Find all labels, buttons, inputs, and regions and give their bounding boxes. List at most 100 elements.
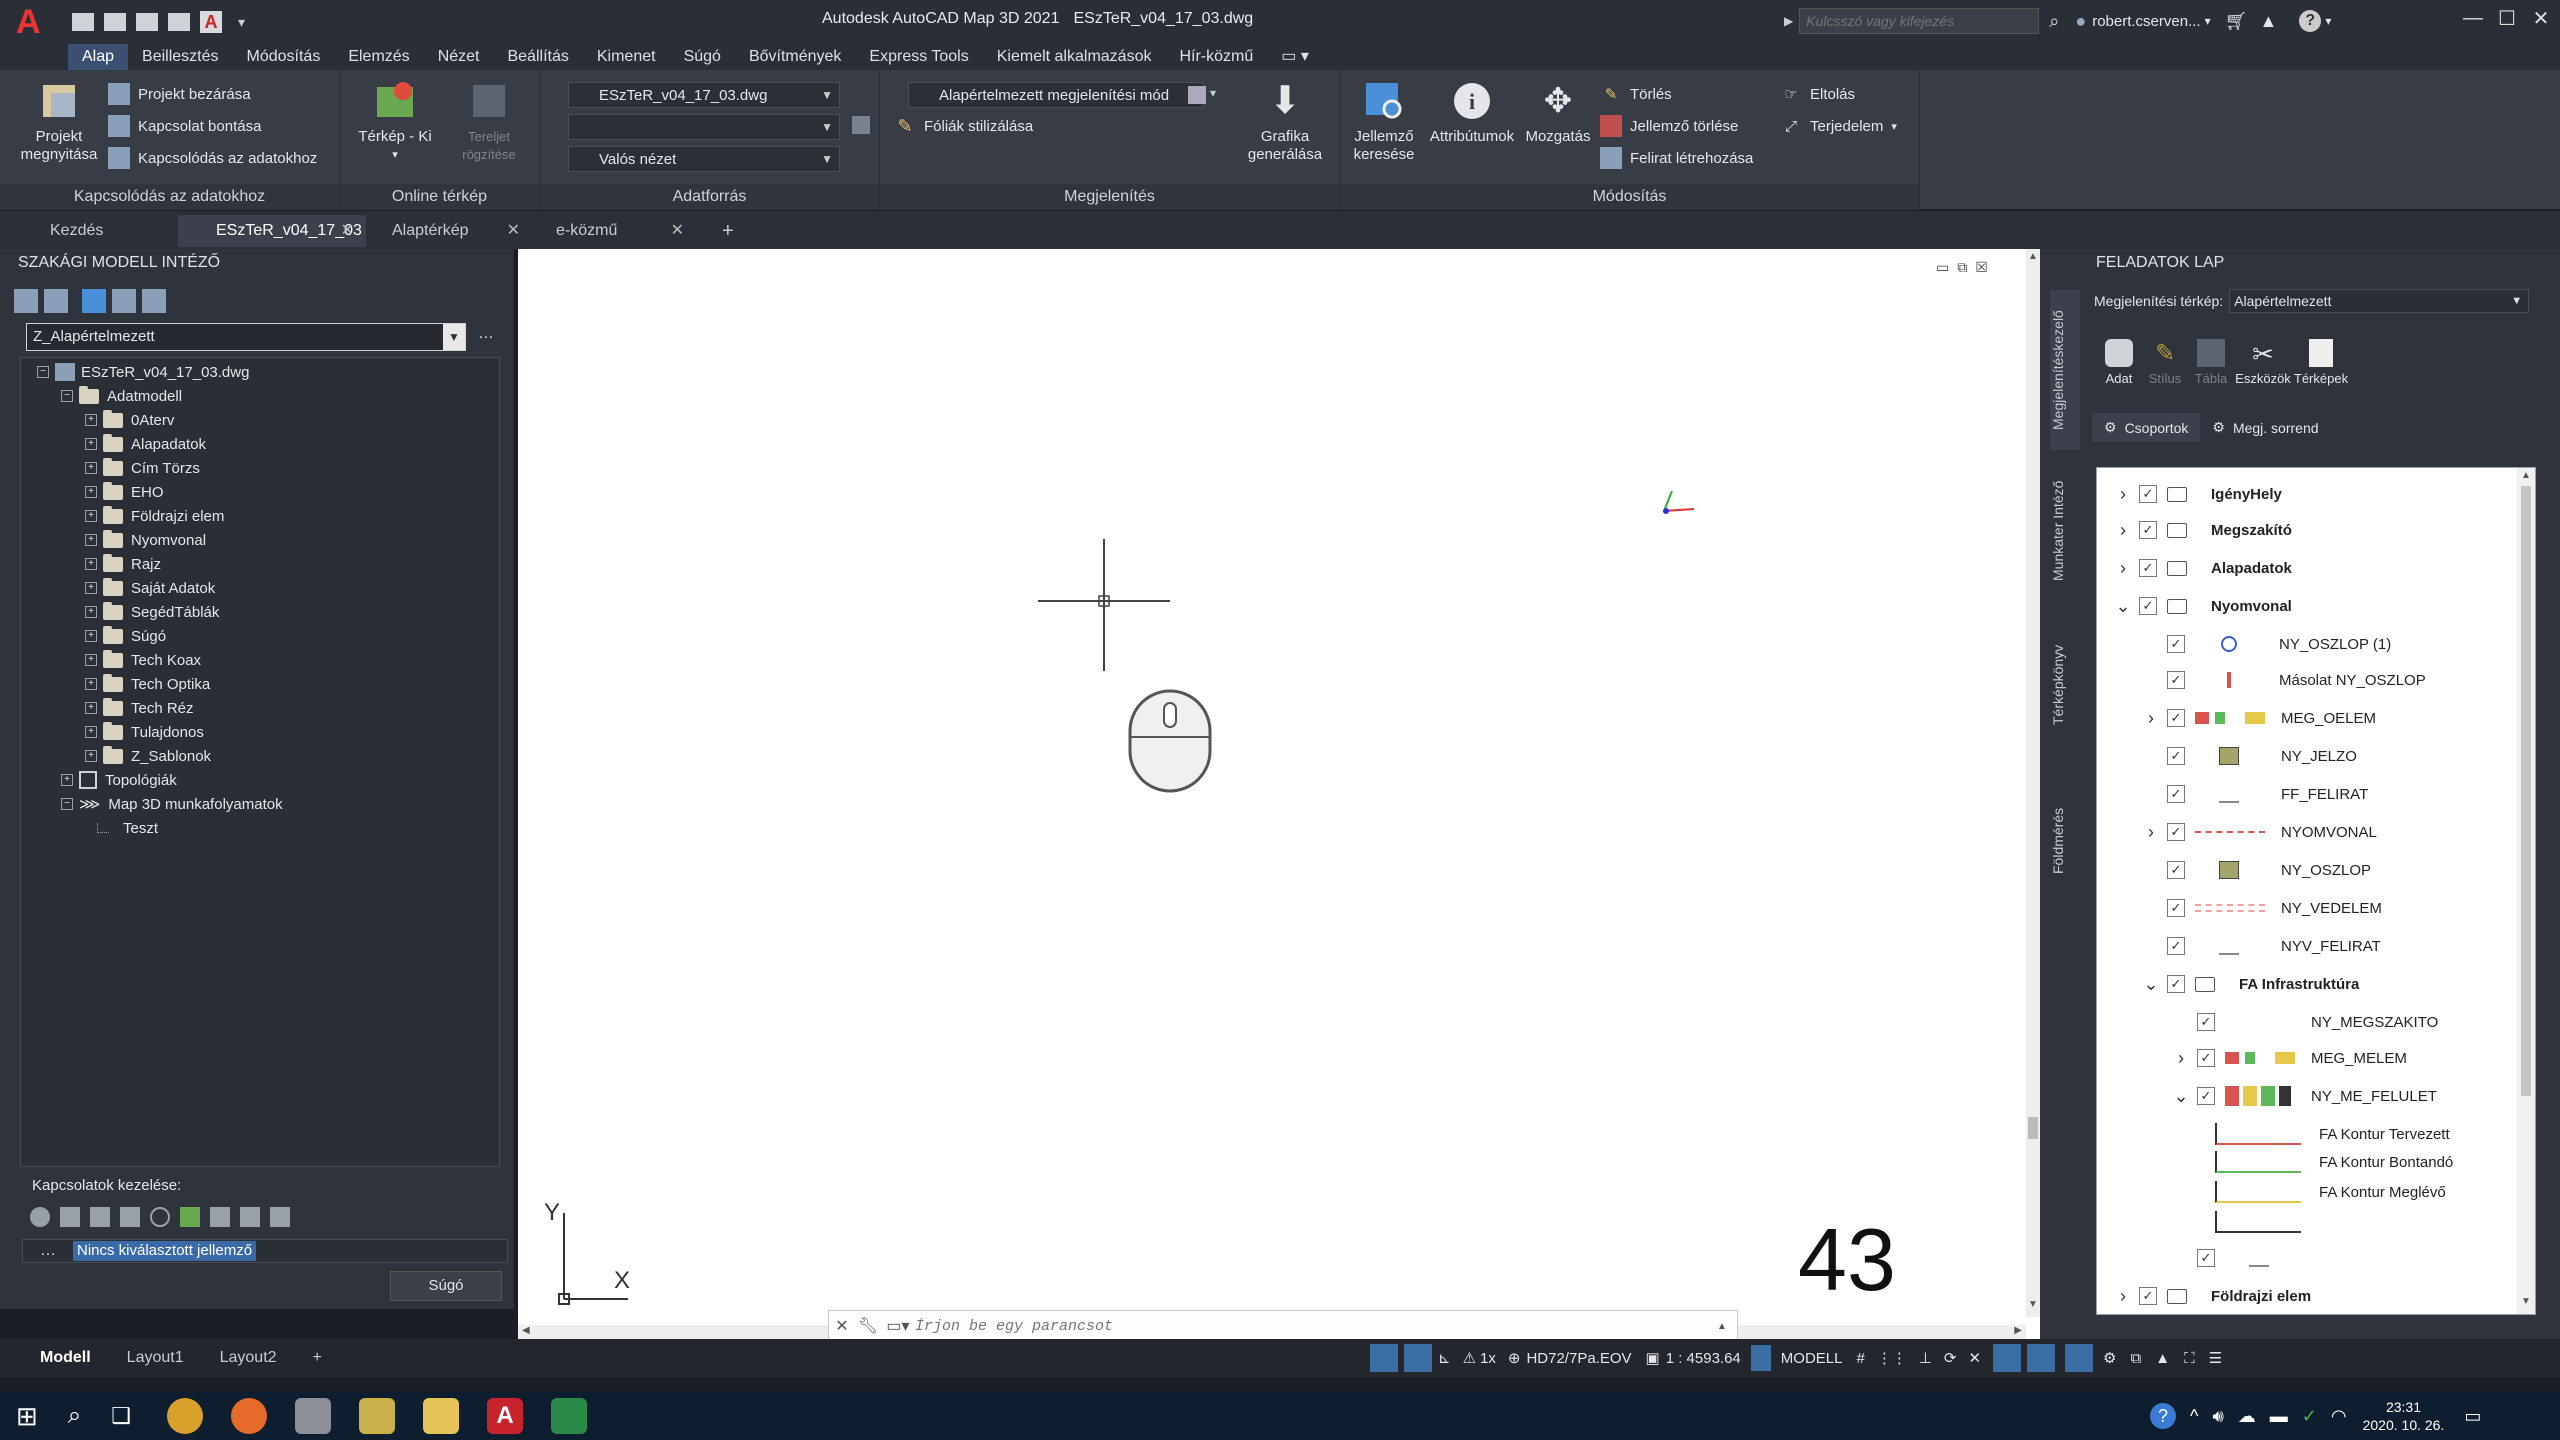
conn-icon-7[interactable] [210,1207,230,1227]
globe-icon[interactable]: ⊕ [1508,1349,1521,1367]
cmd-expand-icon[interactable]: ▲ [1717,1321,1737,1332]
scroll-up-icon[interactable]: ▲ [2028,251,2038,262]
datasource-combo-2[interactable]: ▼ [568,114,840,140]
add-layout-plus-icon[interactable]: + [295,1339,340,1377]
help-button[interactable]: Súgó [390,1271,502,1301]
search-expand-icon[interactable]: ▶ [1784,14,1793,28]
conn-icon-6[interactable] [180,1207,200,1227]
drawing-canvas[interactable]: ▭ ⧉ ☒ Y X 43 ▲ ▼ ◀ ▶ [518,249,2040,1339]
tab-elemzes[interactable]: Elemzés [334,44,423,70]
doc-tab-e-kozmu[interactable]: e-közmű ✕ [516,215,696,247]
vtab-display-manager[interactable]: Megjelenítéskezelő [2050,290,2080,450]
layer-group-row[interactable]: › ✓ Alapadatok [2115,550,2292,586]
toolbar-icon-3[interactable] [82,289,106,313]
tab-bovitmenyek[interactable]: Bővítmények [735,44,855,70]
doc-tab-alapterkep[interactable]: Alaptérkép ✕ [352,215,532,247]
autocad-a-icon[interactable]: A [200,11,222,33]
layer-row[interactable]: › ✓ MEG_OELEM [2143,700,2376,736]
isolate-icon[interactable]: ⧉ [2131,1350,2142,1367]
tab-kimenet[interactable]: Kimenet [583,44,670,70]
osnap-icon[interactable]: ⟳ [1944,1349,1957,1367]
vtab-survey[interactable]: Földmérés [2050,786,2080,896]
disconnect-button[interactable]: Kapcsolat bontása [108,112,261,140]
new-tab-plus-icon[interactable]: + [712,215,752,247]
visibility-checkbox[interactable]: ✓ [2197,1049,2215,1067]
tree-item[interactable]: + Z_Sablonok [85,744,211,768]
selector-more-button[interactable]: … [478,325,494,343]
visibility-checkbox[interactable]: ✓ [2167,937,2185,955]
user-icon[interactable]: ● [2075,11,2086,32]
onedrive-icon[interactable]: ☁ [2238,1406,2256,1427]
user-name[interactable]: robert.cserven... [2092,13,2200,30]
notifications-icon[interactable]: ▭ [2464,1406,2481,1427]
user-dropdown-icon[interactable]: ▾ [2205,14,2211,28]
autodesk-a360-icon[interactable]: ▲ [2259,11,2277,32]
viewport-restore-icon[interactable]: ⧉ [1957,259,1967,276]
search-icon[interactable]: ⌕ [2049,11,2059,32]
tree-test[interactable]: Teszt [97,816,158,840]
visibility-checkbox[interactable]: ✓ [2139,521,2157,539]
extent-button[interactable]: ⤢ Terjedelem ▾ [1780,112,1897,140]
tab-groups[interactable]: ⚙ Csoportok [2092,413,2201,442]
wifi-icon[interactable]: ◠ [2331,1406,2347,1427]
visibility-checkbox[interactable]: ✓ [2167,823,2185,841]
gear-icon[interactable]: ⚙ [2103,1349,2116,1367]
tab-sugo[interactable]: Súgó [670,44,735,70]
display-mode-combo[interactable]: Alapértelmezett megjelenítési mód [908,82,1204,108]
qat-dropdown-icon[interactable]: ▾ [238,14,245,31]
conn-icon-2[interactable] [60,1207,80,1227]
chevron-right-icon[interactable]: › [2143,708,2159,729]
model-space-label[interactable]: MODELL [1781,1350,1843,1367]
layer-row[interactable] [2201,1204,2319,1240]
navigation-icon[interactable] [1370,1344,1398,1372]
tree-item[interactable]: + SegédTáblák [85,600,219,624]
help-tray-icon[interactable]: ? [2150,1403,2176,1429]
visibility-checkbox[interactable]: ✓ [2167,785,2185,803]
tree-item[interactable]: + Cím Törzs [85,456,200,480]
layer-row[interactable]: ✓ NY_MEGSZAKITO [2173,1004,2438,1040]
conn-icon-8[interactable] [240,1207,260,1227]
chevron-down-icon[interactable]: ⌄ [2115,596,2131,617]
visibility-checkbox[interactable]: ✓ [2167,747,2185,765]
chevron-right-icon[interactable]: › [2115,520,2131,541]
tab-alap[interactable]: Alap [68,44,129,70]
minimize-icon[interactable]: — [2456,7,2490,30]
tray-expand-icon[interactable]: ^ [2190,1406,2198,1427]
layer-row[interactable]: ✓ FF_FELIRAT [2143,776,2368,812]
command-input[interactable] [915,1312,1717,1340]
cmd-history-icon[interactable]: ▭▾ [881,1316,915,1336]
view-combo[interactable]: Valós nézet ▼ [568,146,840,172]
tree-item[interactable]: + Tulajdonos [85,720,204,744]
tool-tools[interactable]: ✂ Eszközök [2234,339,2292,386]
file-explorer-icon[interactable] [422,1398,459,1434]
offset-button[interactable]: ☞ Eltolás [1780,80,1855,108]
layer-group-row[interactable]: › ✓ Megszakító [2115,512,2292,548]
annotation-scale-icon[interactable]: ⚠ [1463,1349,1476,1367]
open-folder-icon[interactable] [104,13,126,31]
scroll-down-icon[interactable]: ▼ [2028,1299,2038,1310]
polar-icon[interactable]: ⊥ [1919,1349,1932,1367]
tree-topology[interactable]: + Topológiák [61,768,177,792]
doc-tab-drawing[interactable]: ESzTeR_v04_17_03 ✕ [178,215,366,247]
layer-row[interactable]: ✓ NY_OSZLOP (1) [2143,626,2391,662]
tab-hir-kozmu[interactable]: Hír-közmű [1165,44,1267,70]
scale-factor[interactable]: 1x [1480,1350,1496,1367]
tree-item[interactable]: + Alapadatok [85,432,206,456]
delete-button[interactable]: ✎ Törlés [1600,80,1672,108]
visibility-checkbox[interactable]: ✓ [2197,1249,2215,1267]
layer-row[interactable]: › ✓ MEG_MELEM [2173,1040,2407,1076]
grid-icon[interactable]: # [1856,1350,1864,1367]
ortho-icon[interactable]: ⊾ [1438,1349,1451,1367]
app-icon-1[interactable] [294,1398,331,1434]
open-project-button[interactable]: Projekt megnyitása [14,78,104,164]
visibility-checkbox[interactable]: ✓ [2167,671,2185,689]
search-input[interactable] [1799,8,2040,34]
visibility-checkbox[interactable]: ✓ [2139,559,2157,577]
visibility-checkbox[interactable]: ✓ [2139,597,2157,615]
otrack-icon[interactable]: ✕ [1968,1349,1981,1367]
visibility-checkbox[interactable]: ✓ [2139,1287,2157,1305]
tree-item[interactable]: + Súgó [85,624,166,648]
toolbar-icon-4[interactable] [112,289,136,313]
layer-row[interactable]: ✓ NY_OSZLOP [2143,852,2371,888]
scroll-thumb[interactable] [2521,486,2531,1096]
